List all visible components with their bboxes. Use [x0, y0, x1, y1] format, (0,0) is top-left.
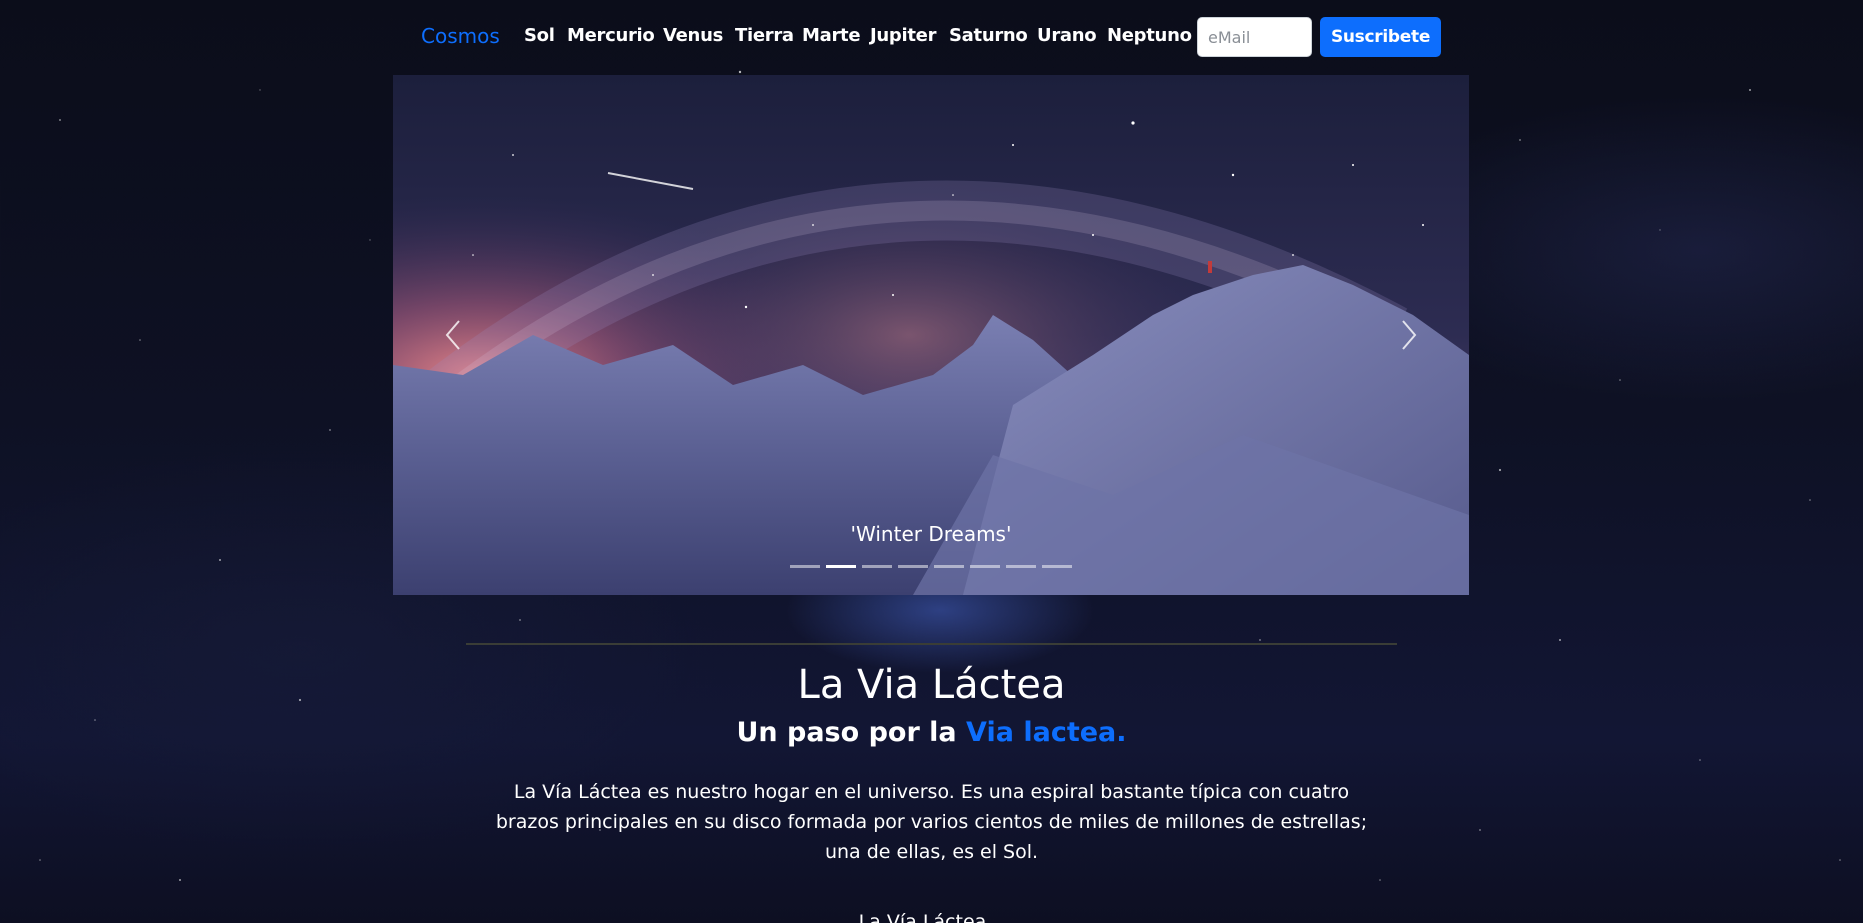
intro-paragraph: La Vía Láctea es nuestro hogar en el uni… — [495, 781, 1368, 863]
nav-link-jupiter[interactable]: Jupiter — [870, 25, 936, 46]
chevron-right-icon — [1402, 320, 1417, 350]
carousel-prev-button[interactable] — [393, 75, 513, 595]
carousel-indicator[interactable] — [934, 565, 964, 568]
carousel-indicator[interactable] — [898, 565, 928, 568]
carousel-indicator[interactable] — [1042, 565, 1072, 568]
chevron-left-icon — [445, 320, 460, 350]
carousel-indicator[interactable] — [790, 565, 820, 568]
carousel-next-button[interactable] — [1349, 75, 1469, 595]
nav-link-marte[interactable]: Marte — [802, 25, 861, 46]
section-divider — [466, 643, 1397, 645]
subscribe-button[interactable]: Suscribete — [1320, 17, 1441, 57]
carousel-indicator-active[interactable] — [826, 565, 856, 568]
second-paragraph-partial: La Vía Láctea... — [858, 911, 1005, 923]
image-carousel: 'Winter Dreams' — [393, 75, 1469, 595]
nav-link-urano[interactable]: Urano — [1037, 25, 1097, 46]
top-navbar: Cosmos Sol Mercurio Venus Tierra Marte J… — [0, 17, 1863, 57]
slide-image-winter-milky-way — [393, 75, 1469, 595]
section-subtitle: Un paso por la Via lactea. — [0, 717, 1863, 748]
nav-link-sol[interactable]: Sol — [524, 25, 555, 46]
nav-link-neptuno[interactable]: Neptuno — [1107, 25, 1192, 46]
carousel-indicator[interactable] — [970, 565, 1000, 568]
subtitle-highlight: Via lactea. — [966, 717, 1127, 748]
carousel-indicator[interactable] — [862, 565, 892, 568]
carousel-indicators — [790, 565, 1080, 569]
nav-link-mercurio[interactable]: Mercurio — [567, 25, 655, 46]
nav-link-tierra[interactable]: Tierra — [735, 25, 794, 46]
brand-link[interactable]: Cosmos — [421, 24, 500, 48]
carousel-indicator[interactable] — [1006, 565, 1036, 568]
section-title: La Via Láctea — [797, 662, 1066, 708]
nav-link-venus[interactable]: Venus — [663, 25, 723, 46]
nav-link-saturno[interactable]: Saturno — [949, 25, 1028, 46]
subtitle-prefix: Un paso por la — [736, 717, 967, 748]
slide-caption: 'Winter Dreams' — [850, 522, 1012, 546]
email-input[interactable] — [1197, 17, 1312, 57]
